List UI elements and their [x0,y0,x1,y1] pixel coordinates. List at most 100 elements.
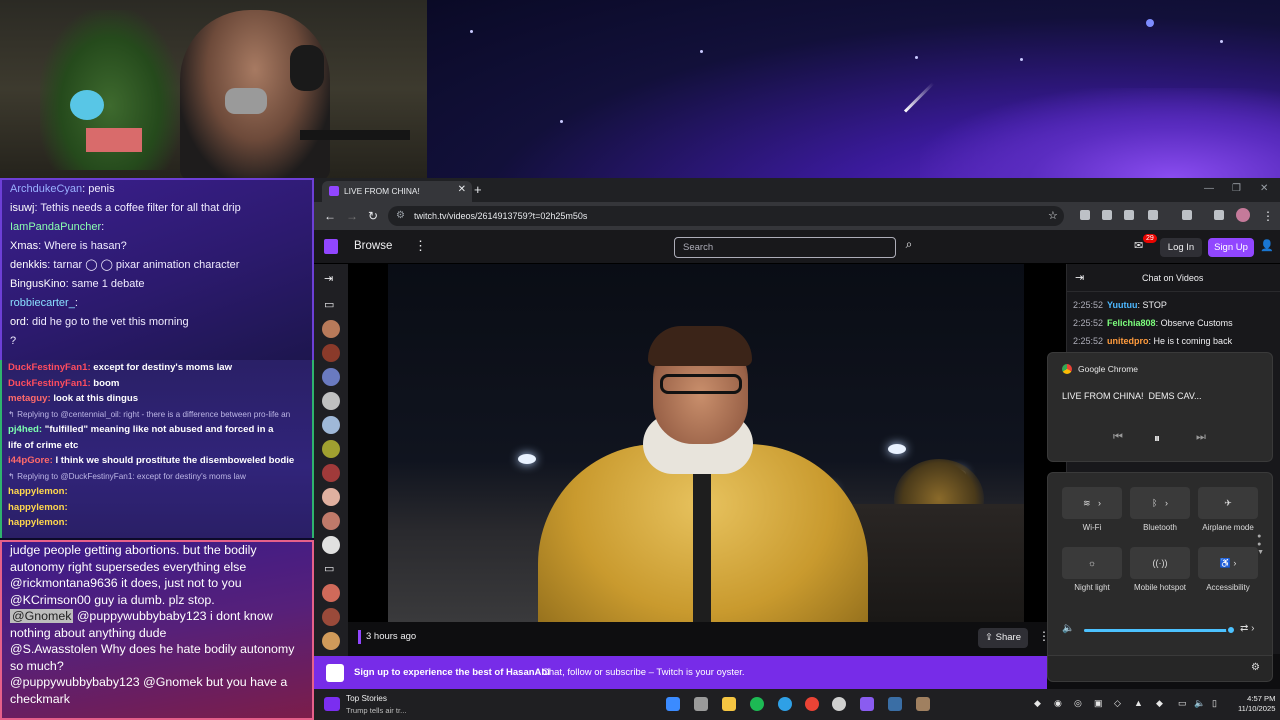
channel-avatar[interactable] [322,368,340,386]
channel-avatar[interactable] [322,488,340,506]
channel-avatar[interactable] [322,512,340,530]
volume-icon[interactable]: 🔈 [1194,698,1205,709]
chat-mention[interactable]: @puppywubbybaby123 [10,675,140,689]
app-icon[interactable] [832,697,846,711]
extensions-puzzle-icon[interactable] [1148,210,1158,220]
browse-link[interactable]: Browse [354,240,392,252]
audio-output-icon[interactable]: ⇄ › [1240,623,1255,634]
chat-username[interactable]: BingusKino [10,278,66,290]
profile-avatar[interactable] [1236,208,1250,222]
network-icon[interactable]: ▭ [1178,698,1187,709]
chat-username[interactable]: happylemon: [8,517,68,528]
signup-button[interactable]: Sign Up [1208,238,1254,257]
site-info-icon[interactable]: ⚙ [396,210,405,221]
channel-avatar[interactable] [322,320,340,338]
chat-username[interactable]: i44pGore: [8,455,53,466]
chat-username[interactable]: Yuutuu [1107,300,1138,310]
tray-app-icon[interactable]: ◆ [1156,698,1163,709]
edge-icon[interactable] [778,697,792,711]
chat-username[interactable]: IamPandaPuncher [10,221,101,233]
login-button[interactable]: Log In [1160,238,1202,257]
tray-app-icon[interactable]: ◎ [1074,698,1082,709]
task-view-icon[interactable] [694,697,708,711]
news-headline[interactable]: Trump tells air tr... [346,706,406,715]
chat-mention[interactable]: @Gnomek [10,609,74,623]
chrome-icon[interactable] [805,697,819,711]
expand-sidebar-icon[interactable]: ⇥ [324,272,333,285]
maximize-icon[interactable]: ❐ [1232,183,1241,194]
chat-username[interactable]: robbiecarter_ [10,297,75,309]
next-track-icon[interactable]: ⏭ [1196,431,1206,444]
back-icon[interactable]: ← [324,209,336,223]
search-icon[interactable]: ⌕ [898,237,920,258]
app-icon[interactable] [860,697,874,711]
forward-icon[interactable]: → [346,209,358,223]
prime-loot-icon[interactable]: ✉ [1134,239,1143,252]
chat-username[interactable]: DuckFestinyFan1: [8,378,91,389]
tray-app-icon[interactable]: ◉ [1054,698,1062,709]
spotify-icon[interactable] [750,697,764,711]
tray-app-icon[interactable]: ▲ [1134,698,1143,708]
minimize-icon[interactable]: — [1204,183,1214,194]
extension-icon[interactable] [1102,210,1112,220]
more-menu-icon[interactable]: ⋮ [414,238,427,254]
chevron-right-icon[interactable]: › [1233,558,1236,568]
chat-username[interactable]: metaguy: [8,393,51,404]
chat-username[interactable]: ArchdukeCyan [10,183,82,195]
chat-username[interactable]: Xmas [10,240,38,252]
search-input[interactable]: Search [674,237,896,258]
channel-avatar[interactable] [322,464,340,482]
chevron-right-icon[interactable]: › [1165,498,1168,508]
system-clock[interactable]: 4:57 PM 11/10/2025 [1238,694,1275,714]
chat-mention[interactable]: @S.Awasstolen [10,642,97,656]
twitch-logo-icon[interactable] [324,239,338,254]
chat-username[interactable]: unitedpro [1107,336,1149,346]
start-icon[interactable] [666,697,680,711]
sidebar-icon[interactable] [1182,210,1192,220]
wifi-toggle[interactable]: ≋ › [1062,487,1122,519]
url-field[interactable]: ⚙ twitch.tv/videos/2614913759?t=02h25m50… [388,206,1064,226]
media-controls-icon[interactable] [1214,210,1224,220]
share-button[interactable]: ⇪ Share [978,628,1028,648]
channel-avatar[interactable] [322,536,340,554]
settings-gear-icon[interactable]: ⚙ [1251,662,1260,673]
airplane-mode-toggle[interactable]: ✈ [1198,487,1258,519]
speaker-icon[interactable]: 🔈 [1062,623,1074,634]
news-title[interactable]: Top Stories [346,694,387,703]
volume-slider[interactable] [1084,625,1236,635]
channel-avatar[interactable] [322,632,340,650]
browser-tab[interactable]: LIVE FROM CHINA! ✕ [322,181,472,202]
chat-username[interactable]: isuwj [10,202,34,214]
chat-mention[interactable]: @KCrimson00 [10,593,91,607]
news-widget-icon[interactable] [324,697,340,711]
battery-icon[interactable]: ▯ [1212,698,1217,709]
channel-avatar[interactable] [322,584,340,602]
bookmark-star-icon[interactable]: ☆ [1048,209,1058,222]
channel-avatar[interactable] [322,344,340,362]
chat-username[interactable]: denkkis [10,259,47,271]
tray-app-icon[interactable]: ▣ [1094,698,1103,709]
bluetooth-toggle[interactable]: ᛒ › [1130,487,1190,519]
chat-username[interactable]: ord [10,316,26,328]
new-tab-icon[interactable]: + [474,182,482,197]
chat-mention[interactable]: @rickmontana9636 [10,576,118,590]
channel-avatar[interactable] [322,440,340,458]
tray-app-icon[interactable]: ◆ [1034,698,1041,709]
channel-avatar[interactable] [322,416,340,434]
reload-icon[interactable]: ↻ [368,209,378,223]
close-tab-icon[interactable]: ✕ [458,184,466,195]
extension-icon[interactable] [1124,210,1134,220]
collapse-chat-icon[interactable]: ⇥ [1075,271,1084,284]
mobile-hotspot-toggle[interactable]: ((·)) [1130,547,1190,579]
video-player[interactable] [348,264,1066,622]
channel-avatar[interactable] [322,608,340,626]
app-icon[interactable] [916,697,930,711]
close-window-icon[interactable]: ✕ [1260,183,1268,194]
page-dots[interactable]: ● ● ▼ [1257,533,1264,557]
channel-avatar[interactable] [322,392,340,410]
chat-username[interactable]: pj4hed: [8,424,42,435]
steam-icon[interactable] [888,697,902,711]
chat-username[interactable]: Felichia808 [1107,318,1156,328]
chat-username[interactable]: happylemon: [8,502,68,513]
accessibility-toggle[interactable]: ♿ › [1198,547,1258,579]
